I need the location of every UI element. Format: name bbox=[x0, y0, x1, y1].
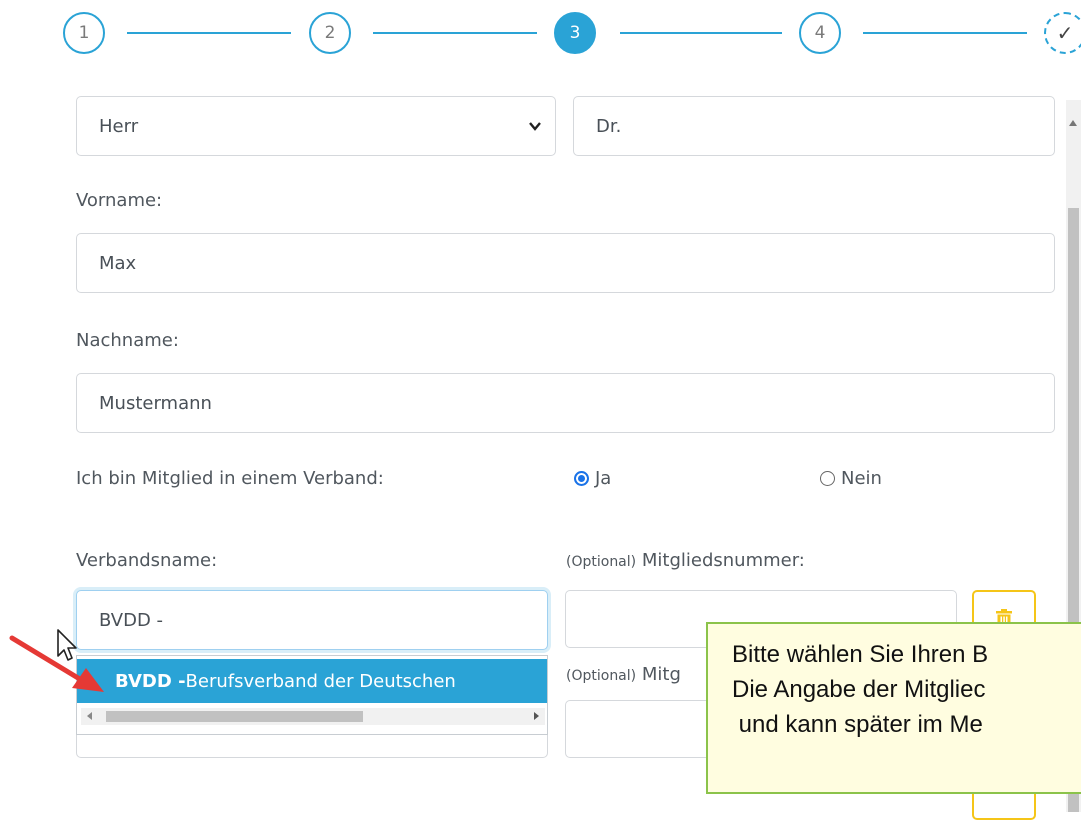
step-1-number: 1 bbox=[78, 23, 90, 43]
option-match-text: BVDD - bbox=[115, 670, 186, 692]
step-2-number: 2 bbox=[324, 23, 336, 43]
first-name-input[interactable]: Max bbox=[76, 233, 1055, 293]
scroll-right-arrow-icon[interactable] bbox=[534, 712, 539, 720]
check-icon: ✓ bbox=[1056, 21, 1074, 45]
step-4-number: 4 bbox=[814, 23, 826, 43]
last-name-label: Nachname: bbox=[76, 330, 179, 351]
radio-no-label: Nein bbox=[841, 468, 882, 489]
step-connector bbox=[620, 32, 782, 34]
step-connector bbox=[127, 32, 291, 34]
radio-selected-icon bbox=[574, 471, 589, 486]
callout-line-3: und kann später im Me bbox=[732, 710, 983, 738]
optional-tag: (Optional) bbox=[566, 554, 637, 570]
membership-yes-radio[interactable]: Ja bbox=[574, 468, 611, 489]
association-label: Verbandsname: bbox=[76, 550, 218, 571]
step-final[interactable]: ✓ bbox=[1044, 12, 1081, 54]
association-input[interactable]: BVDD - bbox=[76, 590, 548, 650]
step-1[interactable]: 1 bbox=[63, 12, 105, 54]
last-name-value: Mustermann bbox=[99, 392, 212, 414]
scroll-left-arrow-icon[interactable] bbox=[87, 712, 92, 720]
radio-unselected-icon bbox=[820, 471, 835, 486]
step-3[interactable]: 3 bbox=[554, 12, 596, 54]
step-3-number: 3 bbox=[569, 23, 581, 43]
step-connector bbox=[863, 32, 1027, 34]
member-number-label: (Optional) Mitgliedsnummer: bbox=[566, 550, 805, 571]
first-name-label: Vorname: bbox=[76, 190, 163, 211]
option-rest-text: Berufsverband der Deutschen bbox=[185, 670, 456, 692]
first-name-value: Max bbox=[99, 252, 137, 274]
optional-tag-2: (Optional) bbox=[566, 668, 637, 684]
callout-line-2: Die Angabe der Mitgliec bbox=[732, 675, 986, 703]
dropdown-horizontal-scrollbar[interactable] bbox=[81, 708, 545, 725]
delete-button-2[interactable] bbox=[972, 790, 1036, 820]
callout-line-1: Bitte wählen Sie Ihren B bbox=[732, 641, 989, 668]
salutation-value: Herr bbox=[99, 115, 139, 137]
radio-yes-label: Ja bbox=[595, 468, 612, 489]
association-value: BVDD - bbox=[99, 609, 164, 631]
title-value: Dr. bbox=[596, 115, 622, 137]
membership-no-radio[interactable]: Nein bbox=[820, 468, 882, 489]
membership-label: Ich bin Mitglied in einem Verband: bbox=[76, 468, 384, 489]
red-arrow-annotation bbox=[9, 635, 104, 692]
member-number-label-2: (Optional) Mitg bbox=[566, 664, 681, 685]
autocomplete-option[interactable]: BVDD - Berufsverband der Deutschen bbox=[77, 659, 547, 703]
step-2[interactable]: 2 bbox=[309, 12, 351, 54]
step-4[interactable]: 4 bbox=[799, 12, 841, 54]
title-input[interactable]: Dr. bbox=[573, 96, 1055, 156]
scrollbar-thumb[interactable] bbox=[106, 711, 363, 722]
association-autocomplete-dropdown: BVDD - Berufsverband der Deutschen bbox=[76, 655, 548, 735]
chevron-down-icon bbox=[529, 119, 541, 135]
step-connector bbox=[373, 32, 537, 34]
last-name-input[interactable]: Mustermann bbox=[76, 373, 1055, 433]
help-callout: Bitte wählen Sie Ihren B Die Angabe der … bbox=[706, 622, 1081, 794]
member-number-label-text: Mitgliedsnummer: bbox=[641, 550, 805, 571]
salutation-select[interactable]: Herr bbox=[76, 96, 556, 156]
progress-stepper: 1 2 3 4 ✓ bbox=[0, 0, 1081, 70]
member-number-label-text-2: Mitg bbox=[641, 664, 681, 685]
scroll-up-arrow-icon[interactable] bbox=[1069, 120, 1077, 126]
